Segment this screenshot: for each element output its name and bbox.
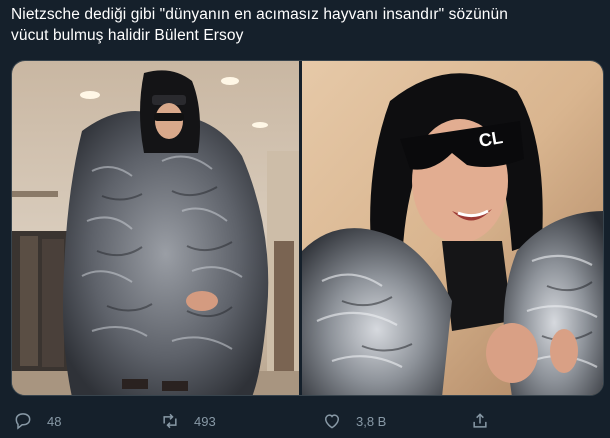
photo-person-fur-coat-closeup: CL bbox=[302, 61, 603, 395]
retweet-button[interactable]: 493 bbox=[160, 408, 216, 434]
retweet-icon bbox=[160, 411, 180, 431]
tweet-text-line-1: Nietzsche dediği gibi "dünyanın en acıma… bbox=[11, 6, 508, 23]
reply-count: 48 bbox=[47, 413, 62, 429]
tweet-text: Nietzsche dediği gibi "dünyanın en acıma… bbox=[11, 4, 601, 46]
tweet-text-line-2: vücut bulmuş halidir Bülent Ersoy bbox=[11, 27, 244, 44]
like-button[interactable]: 3,8 B bbox=[322, 408, 386, 434]
photo-right[interactable]: CL bbox=[302, 61, 603, 395]
reply-icon bbox=[13, 411, 33, 431]
reply-button[interactable]: 48 bbox=[13, 408, 61, 434]
retweet-count: 493 bbox=[194, 413, 216, 429]
photo-left[interactable] bbox=[12, 61, 299, 395]
share-icon bbox=[470, 411, 490, 431]
tweet-card: Nietzsche dediği gibi "dünyanın en acıma… bbox=[0, 0, 610, 438]
tweet-actions: 48 493 3,8 B bbox=[0, 408, 610, 434]
photo-person-fur-coat-full bbox=[12, 61, 299, 395]
sunglasses-logo: CL bbox=[477, 127, 504, 151]
like-count: 3,8 B bbox=[356, 413, 387, 429]
share-button[interactable] bbox=[470, 408, 490, 434]
media-grid: CL bbox=[11, 60, 604, 396]
heart-icon bbox=[322, 411, 342, 431]
